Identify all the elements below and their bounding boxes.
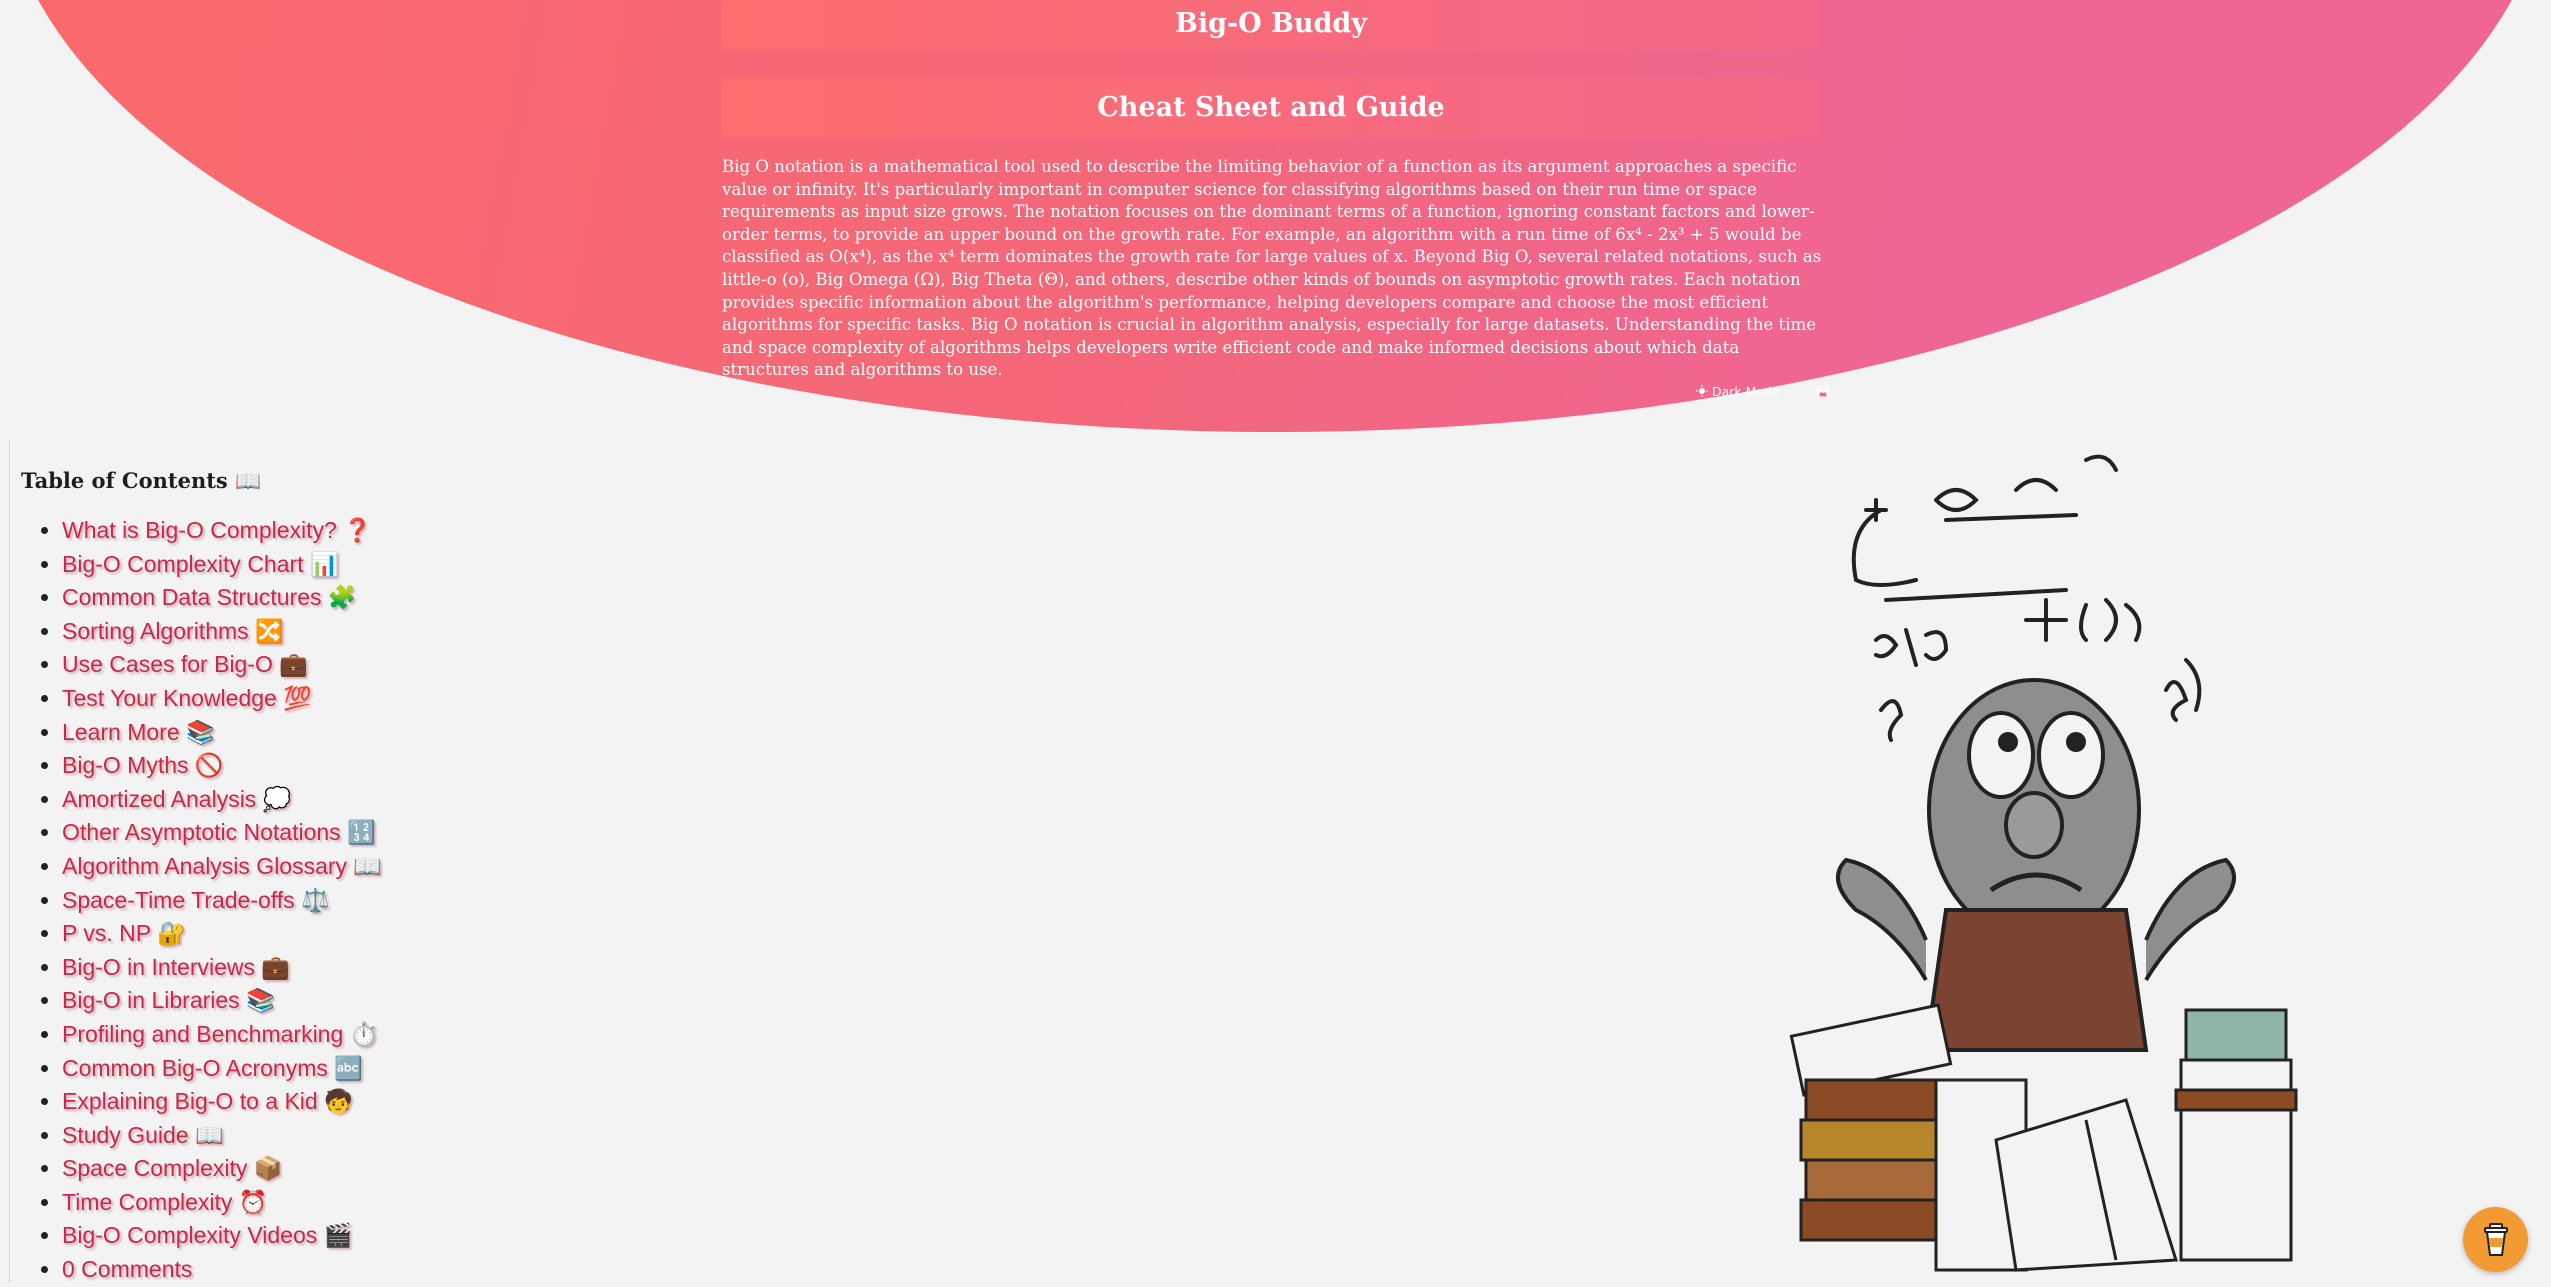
confused-student-illustration bbox=[1786, 440, 2306, 1283]
toc-item: Sorting Algorithms 🔀 bbox=[62, 615, 382, 649]
sun-icon bbox=[1696, 385, 1708, 397]
toc-link[interactable]: Big-O Complexity Videos 🎬 bbox=[62, 1222, 352, 1248]
toc-link[interactable]: Profiling and Benchmarking ⏱️ bbox=[62, 1021, 378, 1047]
toc-item: 0 Comments bbox=[62, 1253, 382, 1287]
toc-item: Big-O Myths 🚫 bbox=[62, 749, 382, 783]
toc-item: Big-O in Libraries 📚 bbox=[62, 984, 382, 1018]
toc-item: Common Big-O Acronyms 🔤 bbox=[62, 1052, 382, 1086]
toc-link[interactable]: Big-O Myths 🚫 bbox=[62, 752, 224, 778]
toc-link[interactable]: Big-O in Libraries 📚 bbox=[62, 987, 275, 1013]
toc-item: Explaining Big-O to a Kid 🧒 bbox=[62, 1085, 382, 1119]
coffee-cup-icon bbox=[2483, 1222, 2508, 1256]
toc-link[interactable]: P vs. NP 🔐 bbox=[62, 920, 186, 946]
toc-item: Other Asymptotic Notations 🔢 bbox=[62, 816, 382, 850]
toc-link[interactable]: Time Complexity ⏰ bbox=[62, 1189, 267, 1215]
toc-link[interactable]: Other Asymptotic Notations 🔢 bbox=[62, 819, 376, 845]
dark-mode-label: Dark Mode bbox=[1711, 384, 1780, 399]
toc-item: Space-Time Trade-offs ⚖️ bbox=[62, 884, 382, 918]
toc-link[interactable]: Sorting Algorithms 🔀 bbox=[62, 618, 284, 644]
buy-me-a-coffee-button[interactable] bbox=[2463, 1207, 2528, 1272]
toc-item: Use Cases for Big-O 💼 bbox=[62, 648, 382, 682]
toc-link[interactable]: Test Your Knowledge 💯 bbox=[62, 685, 312, 711]
toc-link[interactable]: Big-O in Interviews 💼 bbox=[62, 954, 290, 980]
toc-link[interactable]: Learn More 📚 bbox=[62, 719, 215, 745]
toc-item: Big-O Complexity Videos 🎬 bbox=[62, 1219, 382, 1253]
toc-item: Common Data Structures 🧩 bbox=[62, 581, 382, 615]
toc-link[interactable]: Big-O Complexity Chart 📊 bbox=[62, 551, 339, 577]
toc-item: Test Your Knowledge 💯 bbox=[62, 682, 382, 716]
toc-item: Time Complexity ⏰ bbox=[62, 1186, 382, 1220]
toc-link[interactable]: Space-Time Trade-offs ⚖️ bbox=[62, 887, 330, 913]
toc-link[interactable]: Study Guide 📖 bbox=[62, 1122, 224, 1148]
header-controls: Dark Mode bbox=[1696, 384, 1846, 399]
toc-link[interactable]: Amortized Analysis 💭 bbox=[62, 786, 291, 812]
toc-item: What is Big-O Complexity? ❓ bbox=[62, 514, 382, 548]
toc-link[interactable]: 0 Comments bbox=[62, 1256, 192, 1282]
toc-heading: Table of Contents 📖 bbox=[21, 468, 262, 493]
toc-link[interactable]: Algorithm Analysis Glossary 📖 bbox=[62, 853, 382, 879]
toc-item: Amortized Analysis 💭 bbox=[62, 783, 382, 817]
toc-item: Study Guide 📖 bbox=[62, 1119, 382, 1153]
toc-link[interactable]: What is Big-O Complexity? ❓ bbox=[62, 517, 372, 543]
toc-item: Profiling and Benchmarking ⏱️ bbox=[62, 1018, 382, 1052]
toc-item: Big-O Complexity Chart 📊 bbox=[62, 548, 382, 582]
toc-link[interactable]: Common Big-O Acronyms 🔤 bbox=[62, 1055, 363, 1081]
print-button[interactable] bbox=[1816, 384, 1830, 399]
page-subtitle: Cheat Sheet and Guide bbox=[721, 78, 1821, 138]
toc-list: What is Big-O Complexity? ❓ Big-O Comple… bbox=[38, 514, 382, 1287]
toc-link[interactable]: Common Data Structures 🧩 bbox=[62, 584, 357, 610]
toc-item: Big-O in Interviews 💼 bbox=[62, 951, 382, 985]
toc-item: Algorithm Analysis Glossary 📖 bbox=[62, 850, 382, 884]
site-title[interactable]: Big-O Buddy bbox=[721, 0, 1821, 50]
print-icon bbox=[1816, 384, 1829, 398]
toc-link[interactable]: Explaining Big-O to a Kid 🧒 bbox=[62, 1088, 353, 1114]
content-divider bbox=[9, 440, 10, 1283]
toc-item: Space Complexity 📦 bbox=[62, 1152, 382, 1186]
toc-item: P vs. NP 🔐 bbox=[62, 917, 382, 951]
intro-paragraph: Big O notation is a mathematical tool us… bbox=[722, 157, 1822, 380]
toc-item: Learn More 📚 bbox=[62, 716, 382, 750]
toc-link[interactable]: Use Cases for Big-O 💼 bbox=[62, 651, 308, 677]
toc-link[interactable]: Space Complexity 📦 bbox=[62, 1155, 282, 1181]
dark-mode-toggle[interactable]: Dark Mode bbox=[1696, 384, 1800, 399]
